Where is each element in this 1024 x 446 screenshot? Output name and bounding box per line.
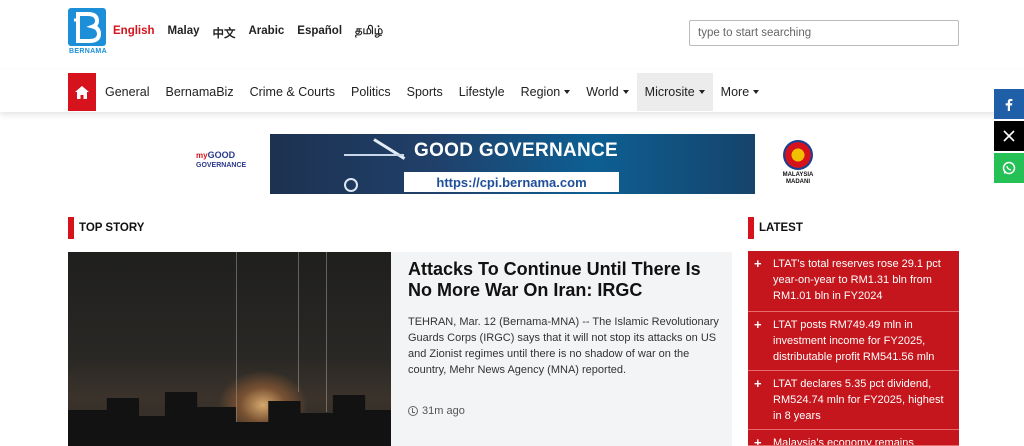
nav-world-label: World (586, 85, 619, 99)
top-story-heading: TOP STORY (68, 217, 144, 239)
home-button[interactable] (68, 73, 96, 111)
top-story-panel: Attacks To Continue Until There Is No Mo… (391, 252, 732, 446)
latest-item[interactable]: + LTAT posts RM749.49 mln in investment … (748, 312, 959, 371)
latest-heading-label: LATEST (759, 222, 803, 234)
logo-mark (68, 8, 106, 46)
top-story-heading-label: TOP STORY (79, 222, 145, 234)
nav-sports-label: Sports (406, 85, 443, 99)
lang-tamil[interactable]: தமிழ் (355, 25, 383, 41)
nav-region-label: Region (520, 85, 561, 99)
plus-icon: + (754, 435, 762, 446)
malaysia-madani-text: MALAYSIA MADANI (765, 172, 831, 186)
home-icon (75, 85, 89, 99)
facebook-icon (1005, 98, 1013, 111)
nav-crime-courts-label: Crime & Courts (249, 85, 336, 99)
nav-more-label: More (720, 85, 750, 99)
nav-politics-label: Politics (351, 85, 391, 99)
top-story-time-label: 31m ago (422, 405, 465, 417)
clock-icon (408, 406, 418, 416)
banner-logo-area: myGOOD GOVERNANCE (186, 134, 270, 194)
caret-down-icon (698, 90, 705, 94)
lang-english[interactable]: English (113, 25, 155, 41)
lang-arabic[interactable]: Arabic (249, 25, 285, 41)
caret-down-icon (564, 90, 571, 94)
nav-lifestyle-label: Lifestyle (458, 85, 505, 99)
malaysia-madani-area: MALAYSIA MADANI (755, 134, 841, 194)
heading-accent-bar (748, 217, 754, 239)
banner-logo-line2: GOOD (207, 150, 236, 160)
lang-espanol[interactable]: Español (297, 25, 342, 41)
good-governance-banner[interactable]: myGOOD GOVERNANCE GOOD GOVERNANCE https:… (186, 134, 841, 194)
x-share-button[interactable] (994, 121, 1024, 151)
bernama-logo[interactable]: BERNAMA (68, 8, 108, 58)
top-story-time: 31m ago (408, 405, 465, 417)
latest-item[interactable]: + Malaysia's economy remains (748, 430, 959, 446)
logo-text: BERNAMA (69, 48, 107, 55)
banner-title: GOOD GOVERNANCE (414, 140, 619, 161)
mygoodgovernance-logo: myGOOD GOVERNANCE (196, 151, 246, 170)
nav-bernamabiz-label: BernamaBiz (165, 85, 234, 99)
plus-icon: + (754, 376, 762, 391)
language-switcher: English Malay 中文 Arabic Español தமிழ் (113, 25, 396, 41)
malaysia-madani-emblem (783, 140, 813, 170)
top-story-image[interactable] (68, 252, 391, 446)
latest-item[interactable]: + LTAT's total reserves rose 29.1 pct ye… (748, 251, 959, 312)
lang-chinese[interactable]: 中文 (213, 25, 236, 41)
latest-heading: LATEST (748, 217, 803, 239)
nav-general-label: General (105, 85, 150, 99)
pen-graphic (373, 138, 406, 160)
gear-graphic (344, 178, 358, 192)
nav-sports[interactable]: Sports (399, 73, 451, 111)
nav-general[interactable]: General (96, 73, 157, 111)
caret-down-icon (622, 90, 629, 94)
latest-item-text: LTAT declares 5.35 pct dividend, RM524.7… (773, 378, 944, 422)
latest-item-text: Malaysia's economy remains (773, 437, 914, 446)
circuit-line (344, 154, 404, 156)
nav-bernamabiz[interactable]: BernamaBiz (157, 73, 241, 111)
facebook-share-button[interactable] (994, 89, 1024, 119)
madani-line2: MADANI (786, 179, 810, 185)
top-story-title[interactable]: Attacks To Continue Until There Is No Mo… (408, 259, 726, 301)
nav-politics[interactable]: Politics (343, 73, 399, 111)
nav-world[interactable]: World (578, 73, 636, 111)
top-bar: BERNAMA English Malay 中文 Arabic Español … (0, 0, 1024, 70)
nav-more[interactable]: More (713, 73, 767, 111)
nav-microsite-label: Microsite (644, 85, 695, 99)
nav-region[interactable]: Region (513, 73, 579, 111)
whatsapp-icon (1002, 161, 1016, 175)
banner-url: https://cpi.bernama.com (404, 172, 619, 192)
search-input[interactable] (689, 20, 959, 46)
plus-icon: + (754, 256, 762, 271)
top-story-summary: TEHRAN, Mar. 12 (Bernama-MNA) -- The Isl… (408, 316, 719, 376)
main-nav-bar: General BernamaBiz Crime & Courts Politi… (0, 70, 1024, 112)
main-nav: General BernamaBiz Crime & Courts Politi… (68, 72, 767, 112)
latest-item-text: LTAT's total reserves rose 29.1 pct year… (773, 258, 941, 302)
light-streak (298, 252, 299, 392)
caret-down-icon (753, 90, 760, 94)
plus-icon: + (754, 317, 762, 332)
latest-item-text: LTAT posts RM749.49 mln in investment in… (773, 319, 935, 363)
nav-lifestyle[interactable]: Lifestyle (451, 73, 513, 111)
banner-logo-line1: my (196, 151, 208, 160)
nav-microsite[interactable]: Microsite (636, 73, 713, 111)
heading-accent-bar (68, 217, 74, 239)
whatsapp-share-button[interactable] (994, 153, 1024, 183)
latest-item[interactable]: + LTAT declares 5.35 pct dividend, RM524… (748, 371, 959, 430)
lang-malay[interactable]: Malay (168, 25, 200, 41)
x-icon (1003, 130, 1015, 142)
madani-line1: MALAYSIA (782, 172, 814, 178)
nav-crime-courts[interactable]: Crime & Courts (242, 73, 343, 111)
banner-logo-line3: GOVERNANCE (196, 162, 247, 169)
light-streak (326, 252, 327, 412)
